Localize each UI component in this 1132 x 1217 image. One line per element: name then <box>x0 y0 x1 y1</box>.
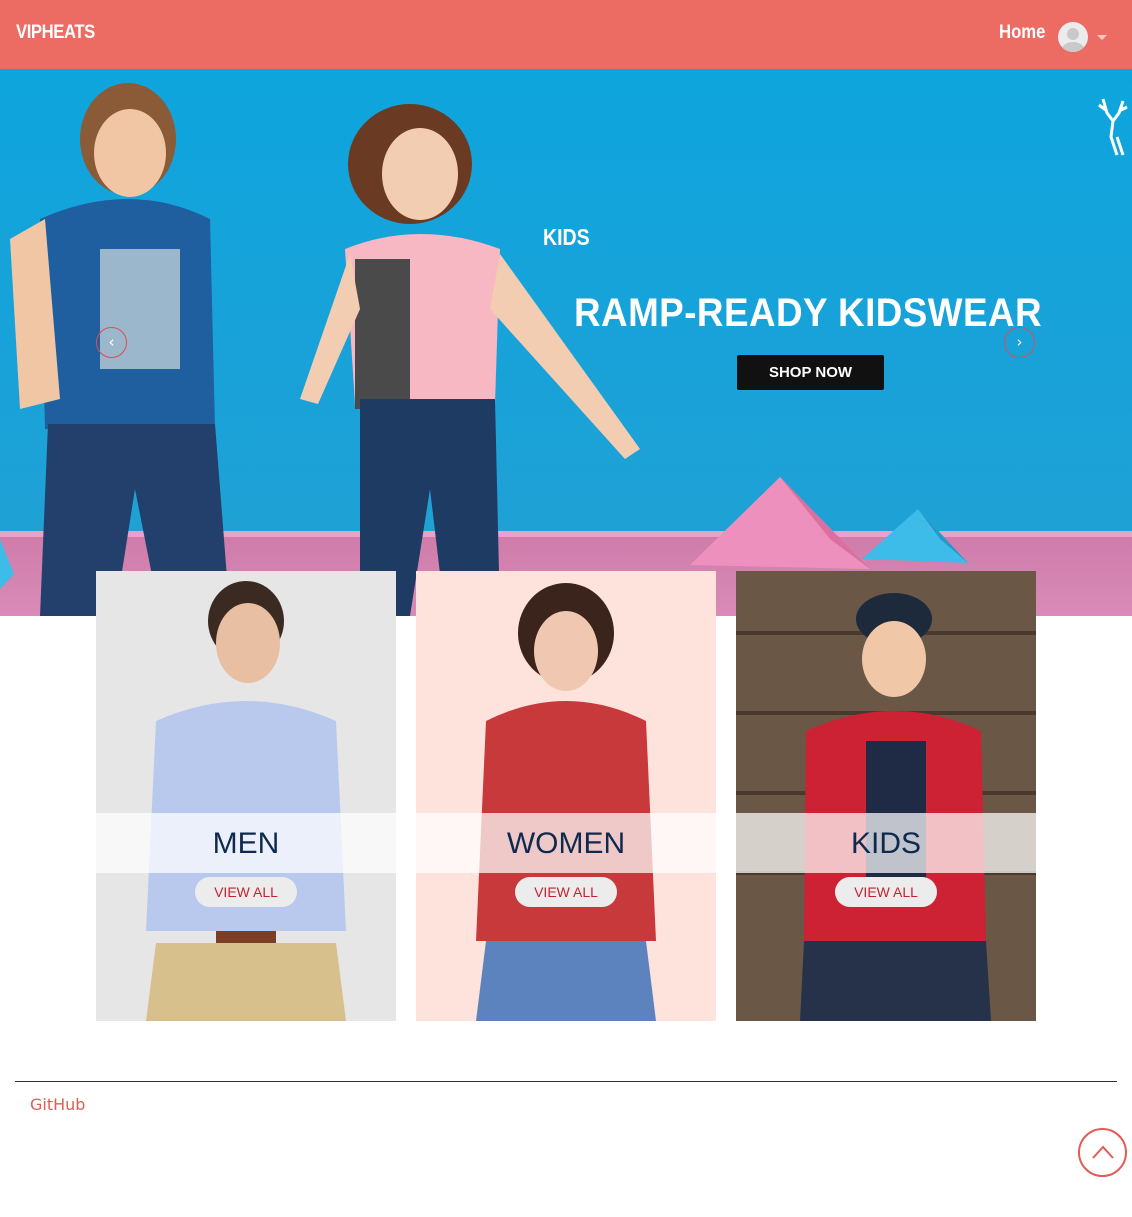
men-model-image <box>146 581 346 1021</box>
card-title: WOMEN <box>506 827 626 860</box>
caret-down-icon[interactable] <box>1097 35 1107 40</box>
avatar-body-shape <box>1061 42 1085 52</box>
shop-now-button[interactable]: SHOP NOW <box>737 355 884 390</box>
nav-home-link[interactable]: Home <box>999 22 1045 44</box>
card-title: MEN <box>212 827 280 860</box>
kids-model-image <box>736 571 1036 1021</box>
category-card-women[interactable]: WOMEN VIEW ALL <box>416 571 716 1021</box>
hero-carousel: KIDS RAMP-READY KIDSWEAR SHOP NOW ‹ › <box>0 69 1132 616</box>
category-card-kids[interactable]: KIDS VIEW ALL <box>736 571 1036 1021</box>
user-avatar-icon[interactable] <box>1058 22 1088 52</box>
avatar-head-shape <box>1067 28 1079 40</box>
footer-divider <box>15 1081 1117 1082</box>
deer-logo-icon <box>1098 98 1128 156</box>
back-to-top-button[interactable] <box>1078 1128 1127 1177</box>
chevron-up-icon <box>1092 1145 1114 1159</box>
view-all-button[interactable]: VIEW ALL <box>515 877 617 907</box>
brand-logo[interactable]: VIPHEATS <box>16 22 95 44</box>
carousel-prev-button[interactable]: ‹ <box>96 327 127 358</box>
slide-headline: RAMP-READY KIDSWEAR <box>574 291 1043 335</box>
github-link[interactable]: GitHub <box>30 1095 85 1114</box>
carousel-next-button[interactable]: › <box>1004 327 1035 358</box>
view-all-button[interactable]: VIEW ALL <box>835 877 937 907</box>
top-navbar: VIPHEATS Home <box>0 0 1132 69</box>
category-card-men[interactable]: MEN VIEW ALL <box>96 571 396 1021</box>
slide-caption: KIDS <box>543 224 590 250</box>
chevron-left-icon: ‹ <box>108 333 115 351</box>
card-title: KIDS <box>850 827 922 860</box>
view-all-button[interactable]: VIEW ALL <box>195 877 297 907</box>
chevron-right-icon: › <box>1016 333 1023 351</box>
women-model-image <box>476 583 656 1021</box>
